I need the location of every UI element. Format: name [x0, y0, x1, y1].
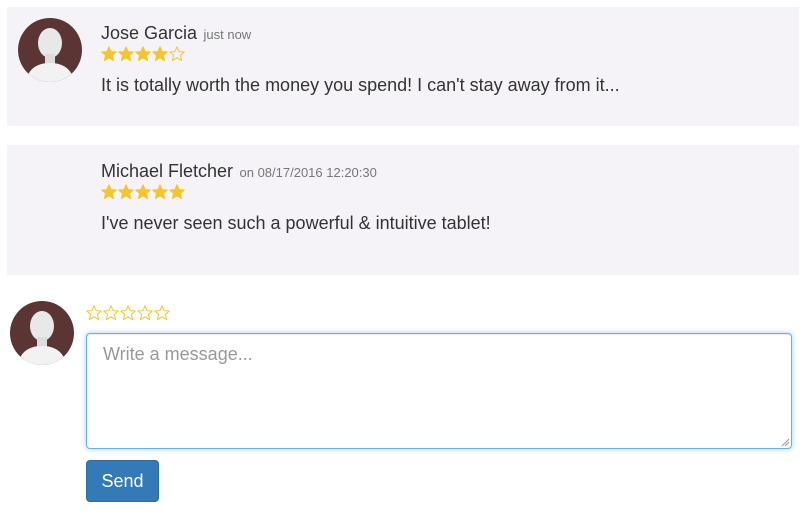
rating-input[interactable]	[86, 305, 170, 321]
star-empty-icon[interactable]	[120, 305, 136, 321]
message-input[interactable]	[86, 333, 792, 449]
star-empty-icon[interactable]	[137, 305, 153, 321]
star-filled-icon	[101, 184, 117, 200]
review-header: Jose Garcia just now	[101, 23, 620, 44]
user-silhouette-icon	[10, 301, 74, 365]
star-filled-icon	[135, 46, 151, 62]
star-empty-icon[interactable]	[103, 305, 119, 321]
review-author: Jose Garcia	[101, 23, 198, 43]
user-silhouette-icon	[18, 18, 82, 82]
review-card: Jose Garcia just now It is totally worth…	[7, 7, 799, 126]
resize-grip-icon[interactable]	[780, 437, 790, 447]
review-comment: I've never seen such a powerful & intuit…	[101, 213, 491, 233]
review-comment: It is totally worth the money you spend!…	[101, 75, 620, 95]
star-filled-icon	[101, 46, 117, 62]
review-content: Michael Fletcher on 08/17/2016 12:20:30 …	[101, 161, 491, 234]
review-timestamp: on 08/17/2016 12:20:30	[239, 165, 377, 180]
star-filled-icon	[135, 184, 151, 200]
review-content: Jose Garcia just now It is totally worth…	[101, 23, 620, 96]
avatar	[18, 18, 82, 82]
current-user-avatar	[10, 301, 74, 365]
star-filled-icon	[152, 184, 168, 200]
star-rating	[101, 46, 620, 66]
review-timestamp: just now	[203, 27, 252, 42]
send-button[interactable]: Send	[86, 460, 159, 502]
star-filled-icon	[169, 184, 185, 200]
review-header: Michael Fletcher on 08/17/2016 12:20:30	[101, 161, 491, 182]
star-filled-icon	[118, 46, 134, 62]
star-filled-icon	[118, 184, 134, 200]
star-filled-icon	[152, 46, 168, 62]
star-empty-icon[interactable]	[86, 305, 102, 321]
review-author: Michael Fletcher	[101, 161, 234, 181]
star-rating	[101, 184, 491, 204]
star-empty-icon[interactable]	[154, 305, 170, 321]
review-card: Michael Fletcher on 08/17/2016 12:20:30 …	[7, 145, 799, 275]
star-empty-icon	[169, 46, 185, 62]
